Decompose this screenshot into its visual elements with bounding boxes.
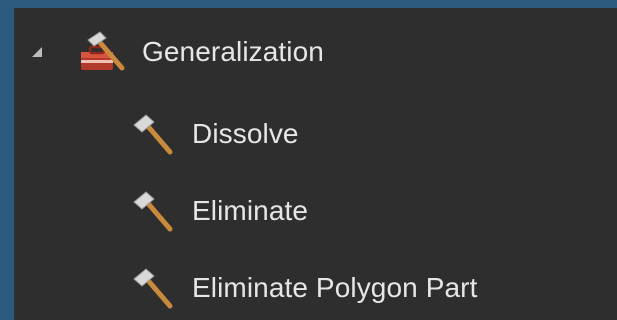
tree-item-eliminate-polygon-part[interactable]: Eliminate Polygon Part xyxy=(14,266,617,310)
tree-node-label: Generalization xyxy=(142,36,324,67)
tree-item-dissolve[interactable]: Dissolve xyxy=(14,112,617,156)
tree-item-label: Dissolve xyxy=(192,118,299,149)
tree-item-label: Eliminate xyxy=(192,195,309,226)
hammer-icon xyxy=(133,114,173,155)
toolbox-icon xyxy=(81,31,125,71)
tree-item-eliminate[interactable]: Eliminate xyxy=(14,189,617,233)
tree-item-label: Eliminate Polygon Part xyxy=(192,272,478,303)
tree-node-generalization[interactable]: Generalization xyxy=(14,30,617,74)
hammer-icon xyxy=(133,191,173,232)
toolbox-tree-panel: Generalization Dissolve Eliminate Elimin… xyxy=(14,8,617,320)
hammer-icon xyxy=(133,268,173,309)
expanded-triangle-icon[interactable] xyxy=(30,45,44,59)
